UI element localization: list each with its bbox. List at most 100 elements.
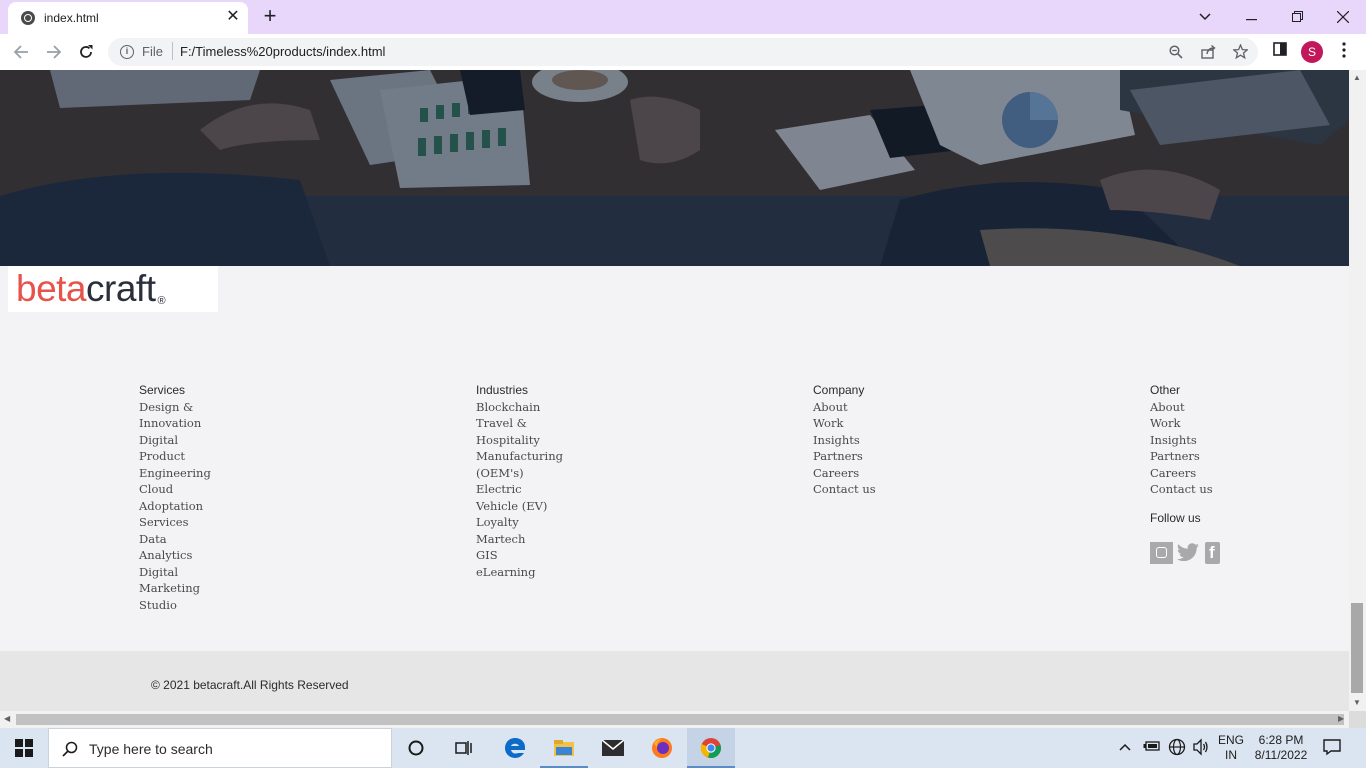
footer-link[interactable]: Vehicle (EV) xyxy=(476,498,616,515)
footer-link[interactable]: Data xyxy=(139,531,279,548)
scroll-down-arrow-icon[interactable]: ▼ xyxy=(1353,698,1361,707)
footer-link[interactable]: Careers xyxy=(1150,465,1290,482)
windows-start-icon[interactable] xyxy=(0,728,48,768)
footer-link[interactable]: (OEM's) xyxy=(476,465,616,482)
footer-link[interactable]: Work xyxy=(813,415,953,432)
forward-arrow-icon[interactable] xyxy=(42,40,66,64)
footer-column-heading: Industries xyxy=(476,383,529,397)
url-text[interactable]: F:/Timeless%20products/index.html xyxy=(180,44,385,59)
address-bar[interactable]: i File F:/Timeless%20products/index.html xyxy=(108,38,1258,66)
footer-link[interactable]: Marketing xyxy=(139,580,279,597)
cortana-icon[interactable] xyxy=(392,728,440,768)
url-separator xyxy=(172,42,173,60)
footer-link[interactable]: Insights xyxy=(813,432,953,449)
footer-link[interactable]: Digital xyxy=(139,564,279,581)
scroll-up-arrow-icon[interactable]: ▲ xyxy=(1353,73,1361,82)
footer-link[interactable]: Digital xyxy=(139,432,279,449)
scroll-left-arrow-icon[interactable]: ◀ xyxy=(4,714,10,723)
tray-chevron-up-icon[interactable] xyxy=(1119,738,1131,754)
footer-link[interactable]: Innovation xyxy=(139,415,279,432)
scrollbar-corner xyxy=(1349,711,1366,728)
footer-link[interactable]: Work xyxy=(1150,415,1290,432)
language-indicator[interactable]: ENG IN xyxy=(1216,733,1246,763)
new-tab-button[interactable]: + xyxy=(258,4,282,28)
vertical-scroll-thumb[interactable] xyxy=(1351,603,1363,693)
instagram-icon[interactable] xyxy=(1150,542,1173,564)
footer-link[interactable]: Partners xyxy=(1150,448,1290,465)
footer-link[interactable]: Manufacturing xyxy=(476,448,616,465)
clock-time: 6:28 PM xyxy=(1258,733,1304,747)
footer-link[interactable]: Blockchain xyxy=(476,399,616,416)
clock[interactable]: 6:28 PM 8/11/2022 xyxy=(1252,733,1310,763)
footer-link[interactable]: Partners xyxy=(813,448,953,465)
search-placeholder: Type here to search xyxy=(89,741,213,757)
notifications-icon[interactable] xyxy=(1322,738,1342,759)
reload-icon[interactable] xyxy=(74,40,98,64)
footer-column-other: Other About Work Insights Partners Caree… xyxy=(1150,382,1290,498)
bookmark-star-icon[interactable] xyxy=(1230,42,1250,62)
browser-tab-bar: index.html ✕ + xyxy=(0,0,1366,34)
footer-link[interactable]: Contact us xyxy=(813,481,953,498)
footer-column-heading: Services xyxy=(139,383,186,397)
share-icon[interactable] xyxy=(1198,42,1218,62)
info-icon[interactable]: i xyxy=(120,45,134,59)
footer-link[interactable]: Martech xyxy=(476,531,616,548)
footer-link[interactable]: Design & xyxy=(139,399,279,416)
volume-icon[interactable] xyxy=(1192,738,1210,759)
close-tab-icon[interactable]: ✕ xyxy=(223,7,243,27)
footer-column-industries: Industries Blockchain Travel & Hospitali… xyxy=(476,382,616,580)
footer-link[interactable]: About xyxy=(1150,399,1290,416)
footer-link[interactable]: Engineering xyxy=(139,465,279,482)
twitter-icon[interactable] xyxy=(1176,542,1200,564)
copyright-bar: © 2021 betacraft.All Rights Reserved xyxy=(0,651,1349,711)
footer-column-heading: Other xyxy=(1150,383,1181,397)
firefox-icon[interactable] xyxy=(638,728,686,768)
edge-browser-icon[interactable] xyxy=(491,728,539,768)
footer-link[interactable]: Loyalty xyxy=(476,514,616,531)
minimize-button[interactable] xyxy=(1228,0,1274,34)
footer-link[interactable]: Analytics xyxy=(139,547,279,564)
footer-column-heading: Company xyxy=(813,383,865,397)
logo-craft: craft xyxy=(86,268,156,309)
scroll-right-arrow-icon[interactable]: ▶ xyxy=(1338,714,1344,723)
footer-link[interactable]: Cloud xyxy=(139,481,279,498)
zoom-icon[interactable] xyxy=(1166,42,1186,62)
footer-link[interactable]: Travel & xyxy=(476,415,616,432)
footer-link[interactable]: Careers xyxy=(813,465,953,482)
footer-link[interactable]: Hospitality xyxy=(476,432,616,449)
footer-link[interactable]: Insights xyxy=(1150,432,1290,449)
back-arrow-icon[interactable] xyxy=(9,40,33,64)
follow-us-label: Follow us xyxy=(1150,511,1201,525)
footer-link[interactable]: Contact us xyxy=(1150,481,1290,498)
mail-icon[interactable] xyxy=(589,728,637,768)
copyright-text: © 2021 betacraft.All Rights Reserved xyxy=(151,678,349,692)
horizontal-scroll-thumb[interactable] xyxy=(16,714,1344,725)
footer-link[interactable]: Adoptation xyxy=(139,498,279,515)
browser-tab[interactable]: index.html ✕ xyxy=(8,2,248,34)
facebook-icon[interactable]: f xyxy=(1205,542,1220,564)
profile-avatar[interactable]: S xyxy=(1301,41,1323,63)
side-panel-icon[interactable] xyxy=(1270,42,1290,62)
battery-icon[interactable] xyxy=(1143,740,1161,755)
footer-link[interactable]: About xyxy=(813,399,953,416)
footer-link[interactable]: Studio xyxy=(139,597,279,614)
logo-registered-mark: ® xyxy=(157,295,166,307)
footer-link[interactable]: Product xyxy=(139,448,279,465)
footer-link[interactable]: Services xyxy=(139,514,279,531)
brand-logo[interactable]: betacraft ® xyxy=(8,266,218,312)
network-globe-icon[interactable] xyxy=(1168,738,1186,759)
file-explorer-icon[interactable] xyxy=(540,728,588,768)
chrome-icon[interactable] xyxy=(687,728,735,768)
taskbar-search-box[interactable]: Type here to search xyxy=(48,728,392,768)
vertical-scrollbar[interactable]: ▲ ▼ xyxy=(1349,70,1366,711)
close-window-button[interactable] xyxy=(1320,0,1366,34)
menu-kebab-icon[interactable] xyxy=(1334,42,1354,62)
tab-search-chevron-icon[interactable] xyxy=(1182,0,1228,34)
restore-button[interactable] xyxy=(1274,0,1320,34)
footer-link[interactable]: Electric xyxy=(476,481,616,498)
horizontal-scrollbar[interactable]: ◀ ▶ xyxy=(0,711,1349,728)
footer-link[interactable]: GIS xyxy=(476,547,616,564)
footer-link[interactable]: eLearning xyxy=(476,564,616,581)
task-view-icon[interactable] xyxy=(440,728,488,768)
clock-date: 8/11/2022 xyxy=(1254,748,1308,762)
